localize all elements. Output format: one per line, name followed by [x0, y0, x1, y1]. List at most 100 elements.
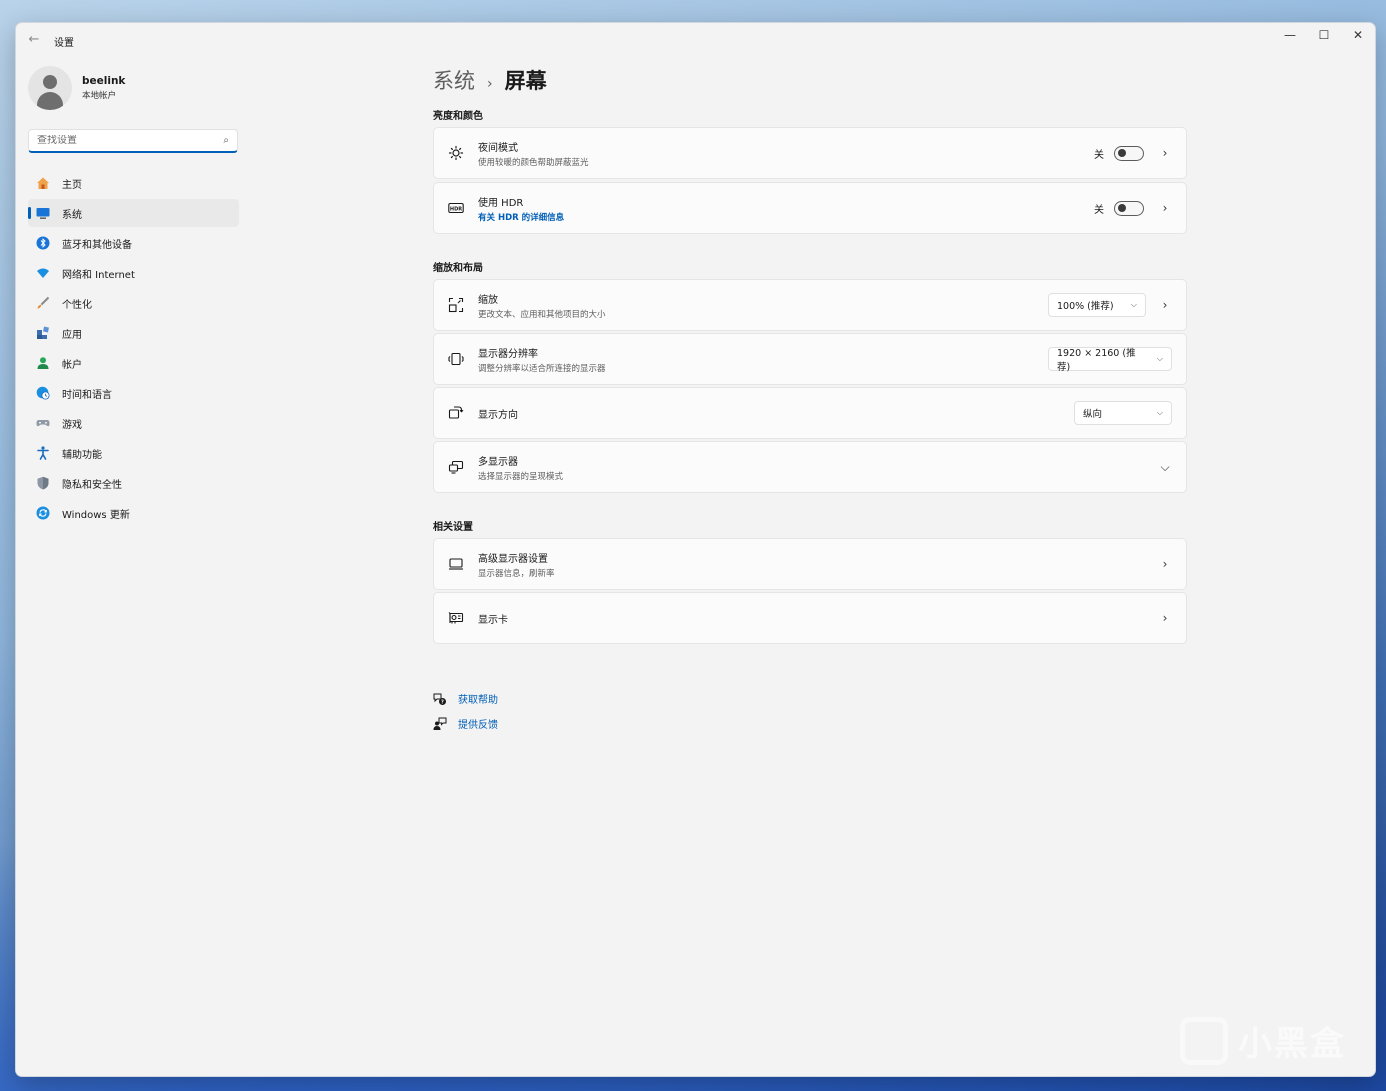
- chevron-down-icon: ⌵: [1156, 408, 1163, 417]
- sidebar-item-accessibility[interactable]: 辅助功能: [28, 439, 239, 467]
- close-button[interactable]: ✕: [1341, 23, 1375, 47]
- advanced-display-card[interactable]: 高级显示器设置 显示器信息，刷新率 ›: [433, 538, 1187, 590]
- user-profile[interactable]: beelink 本地帐户: [28, 66, 125, 110]
- scale-subtitle: 更改文本、应用和其他项目的大小: [478, 309, 606, 320]
- chevron-right-icon[interactable]: ›: [1158, 298, 1172, 312]
- scale-title: 缩放: [478, 294, 498, 306]
- wifi-icon: [36, 266, 50, 280]
- maximize-button[interactable]: ☐: [1307, 23, 1341, 47]
- chevron-right-icon: ›: [487, 76, 493, 92]
- sidebar-item-label: 应用: [62, 329, 82, 341]
- avatar: [28, 66, 72, 110]
- account-type: 本地帐户: [82, 91, 117, 101]
- orientation-title: 显示方向: [478, 409, 518, 421]
- scale-value: 100% (推荐): [1057, 301, 1114, 312]
- apps-icon: [36, 326, 50, 340]
- chevron-right-icon[interactable]: ›: [1158, 557, 1172, 571]
- night-light-card[interactable]: 夜间模式 使用较暖的颜色帮助屏蔽蓝光 关 ›: [433, 127, 1187, 179]
- sidebar-item-label: Windows 更新: [62, 509, 130, 521]
- sidebar-item-system[interactable]: 系统: [28, 199, 239, 227]
- svg-text:HDR: HDR: [450, 206, 462, 212]
- monitor-icon: [448, 556, 464, 572]
- sidebar-item-time-language[interactable]: 时间和语言: [28, 379, 239, 407]
- sidebar-item-label: 网络和 Internet: [62, 269, 135, 281]
- resolution-dropdown[interactable]: 1920 × 2160 (推荐) ⌵: [1048, 347, 1172, 373]
- help-chat-icon: ?: [433, 692, 447, 706]
- hdr-icon: HDR: [448, 200, 464, 216]
- orientation-icon: [448, 405, 464, 421]
- page-title: 屏幕: [504, 69, 547, 93]
- resolution-icon: [448, 351, 464, 367]
- hdr-toggle[interactable]: [1114, 200, 1144, 216]
- feedback-link[interactable]: 提供反馈: [433, 716, 498, 731]
- minimize-icon: —: [1284, 28, 1296, 42]
- brightness-icon: [448, 145, 464, 161]
- night-light-toggle[interactable]: [1114, 145, 1144, 161]
- multi-monitor-icon: [448, 459, 464, 475]
- back-button[interactable]: ←: [26, 32, 42, 48]
- hdr-card[interactable]: HDR 使用 HDR 有关 HDR 的详细信息 关 ›: [433, 182, 1187, 234]
- watermark-logo-icon: [1180, 1016, 1228, 1065]
- system-icon: [36, 206, 50, 220]
- chevron-right-icon[interactable]: ›: [1158, 611, 1172, 625]
- bluetooth-icon: [36, 236, 50, 250]
- sidebar-item-network[interactable]: 网络和 Internet: [28, 259, 239, 287]
- search-box: ⌕: [28, 129, 238, 153]
- night-light-state: 关: [1094, 149, 1104, 161]
- sidebar-item-apps[interactable]: 应用: [28, 319, 239, 347]
- multi-display-subtitle: 选择显示器的呈现模式: [478, 471, 564, 482]
- chevron-down-icon: ⌵: [1156, 354, 1163, 363]
- feedback-icon: [433, 717, 447, 731]
- sidebar-item-label: 个性化: [62, 299, 92, 311]
- main-content: 系统 › 屏幕 亮度和颜色 夜间模式 使用较暖的颜色帮助屏蔽蓝光 关 › HDR…: [433, 57, 1187, 1076]
- sidebar-item-label: 隐私和安全性: [62, 479, 122, 491]
- breadcrumb: 系统 › 屏幕: [433, 65, 547, 95]
- sidebar-item-label: 系统: [62, 209, 82, 221]
- chevron-right-icon[interactable]: ›: [1158, 201, 1172, 215]
- sidebar-item-privacy[interactable]: 隐私和安全性: [28, 469, 239, 497]
- scale-dropdown[interactable]: 100% (推荐) ⌵: [1048, 293, 1146, 317]
- sidebar-item-gaming[interactable]: 游戏: [28, 409, 239, 437]
- scale-card[interactable]: 缩放 更改文本、应用和其他项目的大小 100% (推荐) ⌵ ›: [433, 279, 1187, 331]
- sidebar-item-label: 时间和语言: [62, 389, 112, 401]
- get-help-link[interactable]: ? 获取帮助: [433, 691, 498, 706]
- window-controls: — ☐ ✕: [1273, 23, 1375, 47]
- nav-list: 主页 系统 蓝牙和其他设备 网络和 Internet 个性化 应用 帐户 时间和…: [28, 169, 239, 529]
- sidebar-item-accounts[interactable]: 帐户: [28, 349, 239, 377]
- breadcrumb-parent[interactable]: 系统: [433, 65, 475, 95]
- graphics-card[interactable]: 显示卡 ›: [433, 592, 1187, 644]
- minimize-button[interactable]: —: [1273, 23, 1307, 47]
- watermark-text: 小黑盒: [1238, 1024, 1346, 1064]
- sidebar-item-home[interactable]: 主页: [28, 169, 239, 197]
- multi-display-title: 多显示器: [478, 456, 518, 468]
- globe-clock-icon: [36, 386, 50, 400]
- orientation-card: 显示方向 纵向 ⌵: [433, 387, 1187, 439]
- search-input[interactable]: [37, 135, 224, 146]
- accessibility-icon: [36, 446, 50, 460]
- multi-display-card[interactable]: 多显示器 选择显示器的呈现模式 ⌵: [433, 441, 1187, 493]
- hdr-title: 使用 HDR: [478, 197, 524, 209]
- resolution-card: 显示器分辨率 调整分辨率以适合所连接的显示器 1920 × 2160 (推荐) …: [433, 333, 1187, 385]
- arrow-left-icon: ←: [28, 32, 40, 47]
- brush-icon: [36, 296, 50, 310]
- resolution-subtitle: 调整分辨率以适合所连接的显示器: [478, 363, 606, 374]
- feedback-label: 提供反馈: [458, 720, 498, 731]
- sidebar-item-bluetooth[interactable]: 蓝牙和其他设备: [28, 229, 239, 257]
- resolution-value: 1920 × 2160 (推荐): [1057, 348, 1136, 373]
- resolution-title: 显示器分辨率: [478, 348, 538, 360]
- chevron-right-icon[interactable]: ›: [1158, 146, 1172, 160]
- sidebar-item-windows-update[interactable]: Windows 更新: [28, 499, 239, 527]
- chevron-down-icon[interactable]: ⌵: [1158, 460, 1172, 475]
- orientation-dropdown[interactable]: 纵向 ⌵: [1074, 401, 1172, 425]
- account-icon: [36, 356, 50, 370]
- chevron-down-icon: ⌵: [1130, 300, 1137, 309]
- title-bar: ← 设置 — ☐ ✕: [16, 23, 1375, 57]
- shield-icon: [36, 476, 50, 490]
- app-title: 设置: [54, 38, 74, 49]
- sidebar-item-personalization[interactable]: 个性化: [28, 289, 239, 317]
- hdr-state: 关: [1094, 204, 1104, 216]
- hdr-info-link[interactable]: 有关 HDR 的详细信息: [478, 211, 1094, 223]
- search-icon[interactable]: ⌕: [223, 135, 229, 146]
- user-name: beelink: [82, 75, 126, 87]
- section-title-related: 相关设置: [433, 522, 473, 533]
